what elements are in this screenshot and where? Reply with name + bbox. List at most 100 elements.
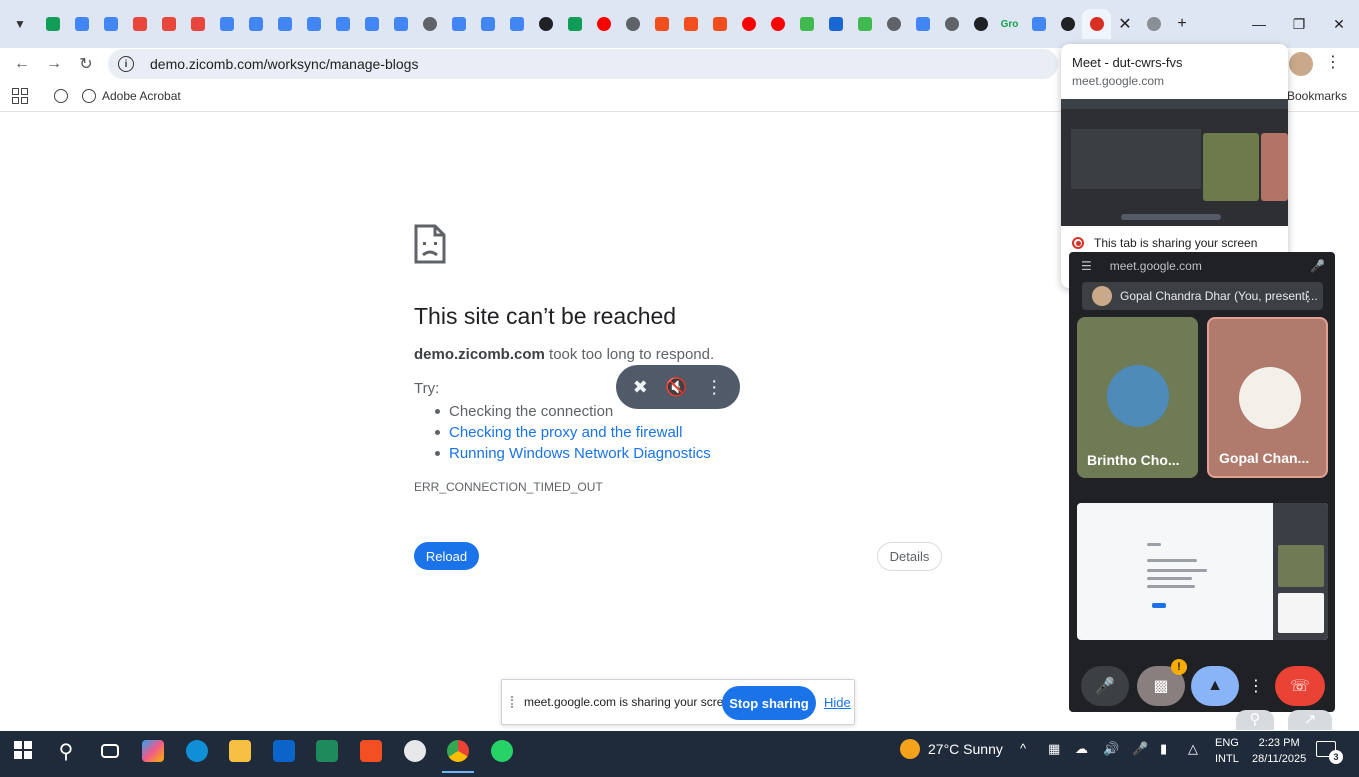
docs-icon[interactable] <box>1024 9 1053 39</box>
zoom-icon[interactable]: ⚲ <box>1236 710 1274 730</box>
docs-icon[interactable] <box>908 9 937 39</box>
tab-globe-icon[interactable] <box>1139 9 1168 39</box>
show-hidden-icons-chevron-icon[interactable]: ^ <box>1020 741 1026 756</box>
bolt-icon[interactable] <box>183 9 212 39</box>
reload-button[interactable]: Reload <box>414 542 479 570</box>
muted-speaker-icon[interactable]: 🔇 <box>665 377 687 398</box>
zapier-icon[interactable] <box>792 9 821 39</box>
participant-tile[interactable]: Gopal Chan... <box>1207 317 1328 478</box>
presenter-more-icon[interactable]: ⋮ <box>1301 288 1315 305</box>
details-button[interactable]: Details <box>877 542 942 571</box>
participant-tile[interactable]: Brintho Cho... <box>1077 317 1198 478</box>
edge-icon[interactable] <box>177 731 217 771</box>
browser-menu-icon[interactable]: ⋮ <box>1325 52 1341 72</box>
outlook-icon[interactable] <box>264 731 304 771</box>
translate-icon[interactable] <box>444 9 473 39</box>
more-options-icon[interactable]: ⋮ <box>705 377 723 398</box>
tab-search-chevron-icon[interactable]: ▼ <box>8 12 32 36</box>
docs-icon[interactable] <box>270 9 299 39</box>
search-icon[interactable]: ⚲ <box>46 731 86 771</box>
back-arrow-icon[interactable]: ← <box>6 48 38 80</box>
file-explorer-icon[interactable] <box>220 731 260 771</box>
cross-icon[interactable] <box>821 9 850 39</box>
battery-icon[interactable]: ▮ <box>1160 741 1167 757</box>
pip-more-icon[interactable]: ⋮ <box>1247 666 1265 706</box>
microphone-button[interactable]: 🎤 <box>1081 666 1129 706</box>
docs-icon[interactable] <box>357 9 386 39</box>
translate-icon[interactable] <box>473 9 502 39</box>
docs-icon[interactable] <box>96 9 125 39</box>
network-icon[interactable]: △ <box>1188 741 1198 757</box>
openai-icon[interactable] <box>966 9 995 39</box>
drag-handle-icon[interactable] <box>511 696 516 708</box>
youtube-icon[interactable] <box>763 9 792 39</box>
hide-link[interactable]: Hide <box>824 695 851 710</box>
stop-sharing-button[interactable]: Stop sharing <box>722 686 816 720</box>
profile-avatar[interactable] <box>1289 52 1313 76</box>
maximize-icon[interactable]: ❐ <box>1279 16 1319 33</box>
check-icon[interactable] <box>154 9 183 39</box>
copilot-icon[interactable] <box>133 731 173 771</box>
leave-call-button[interactable]: ☏ <box>1275 666 1325 706</box>
clock[interactable]: 2:23 PM 28/11/2025 <box>1252 735 1306 767</box>
camera-button[interactable]: ▩! <box>1137 659 1187 706</box>
gro-icon[interactable]: Gro <box>995 9 1024 39</box>
figma-icon[interactable] <box>647 9 676 39</box>
youtube-icon[interactable] <box>734 9 763 39</box>
suggestion-item[interactable]: Checking the proxy and the firewall <box>435 422 711 443</box>
sheets-icon[interactable] <box>560 9 589 39</box>
docs-icon[interactable] <box>67 9 96 39</box>
docs-icon[interactable] <box>328 9 357 39</box>
present-button[interactable]: ▲ <box>1191 666 1239 706</box>
address-bar[interactable]: i demo.zicomb.com/worksync/manage-blogs <box>108 49 1058 79</box>
new-tab-icon[interactable]: + <box>1168 10 1196 38</box>
minimize-icon[interactable]: — <box>1239 16 1279 32</box>
forward-arrow-icon[interactable]: → <box>38 48 70 80</box>
store-icon[interactable] <box>351 731 391 771</box>
hex-icon[interactable] <box>386 9 415 39</box>
openai-icon[interactable] <box>1053 9 1082 39</box>
task-view-icon[interactable] <box>90 731 130 771</box>
bookmark-adobe-acrobat[interactable]: Adobe Acrobat <box>82 88 181 103</box>
expand-icon[interactable]: ↗ <box>1288 710 1332 730</box>
meet-tray-icon[interactable]: ▦ <box>1048 741 1060 757</box>
docs-icon[interactable] <box>241 9 270 39</box>
microphone-tray-icon[interactable]: 🎤 <box>1132 741 1148 757</box>
settings-sliders-icon[interactable]: ☰ <box>1081 259 1092 273</box>
chrome-icon[interactable] <box>438 731 478 773</box>
openai-icon[interactable] <box>531 9 560 39</box>
close-tab-icon[interactable]: ✕ <box>1111 10 1139 38</box>
globe-icon[interactable] <box>415 9 444 39</box>
docs-icon[interactable] <box>299 9 328 39</box>
paint-icon[interactable] <box>395 731 435 771</box>
drive-icon[interactable] <box>38 9 67 39</box>
language-indicator[interactable]: ENG INTL <box>1215 735 1239 767</box>
apps-grid-icon[interactable] <box>12 87 28 104</box>
globe-icon[interactable] <box>937 9 966 39</box>
weather-widget[interactable]: 27°C Sunny <box>900 739 1003 759</box>
zapier-icon[interactable] <box>850 9 879 39</box>
youtube-icon[interactable] <box>589 9 618 39</box>
site-info-icon[interactable]: i <box>118 56 134 72</box>
whatsapp-icon[interactable] <box>482 731 522 771</box>
check-icon[interactable] <box>125 9 154 39</box>
volume-icon[interactable]: 🔊 <box>1103 741 1119 757</box>
presenter-bar[interactable]: Gopal Chandra Dhar (You, presenti... ⋮ <box>1082 282 1323 310</box>
windows-start-icon[interactable] <box>14 741 32 759</box>
all-bookmarks[interactable]: Bookmarks <box>1287 89 1347 103</box>
close-window-icon[interactable]: ✕ <box>1319 16 1359 33</box>
globe-icon[interactable] <box>879 9 908 39</box>
bookmark-globe-icon[interactable] <box>54 88 68 103</box>
translate-icon[interactable] <box>502 9 531 39</box>
globe-icon[interactable] <box>618 9 647 39</box>
reload-icon[interactable]: ↻ <box>70 48 102 80</box>
docs-icon[interactable] <box>212 9 241 39</box>
photos-icon[interactable] <box>307 731 347 771</box>
suggestion-item[interactable]: Running Windows Network Diagnostics <box>435 443 711 464</box>
notifications-icon[interactable]: 3 <box>1316 741 1343 764</box>
figma-icon[interactable] <box>676 9 705 39</box>
figma-icon[interactable] <box>705 9 734 39</box>
unpin-icon[interactable]: ✖ <box>633 377 648 398</box>
meet-recording-icon[interactable] <box>1082 9 1111 39</box>
onedrive-icon[interactable]: ☁ <box>1075 741 1088 757</box>
